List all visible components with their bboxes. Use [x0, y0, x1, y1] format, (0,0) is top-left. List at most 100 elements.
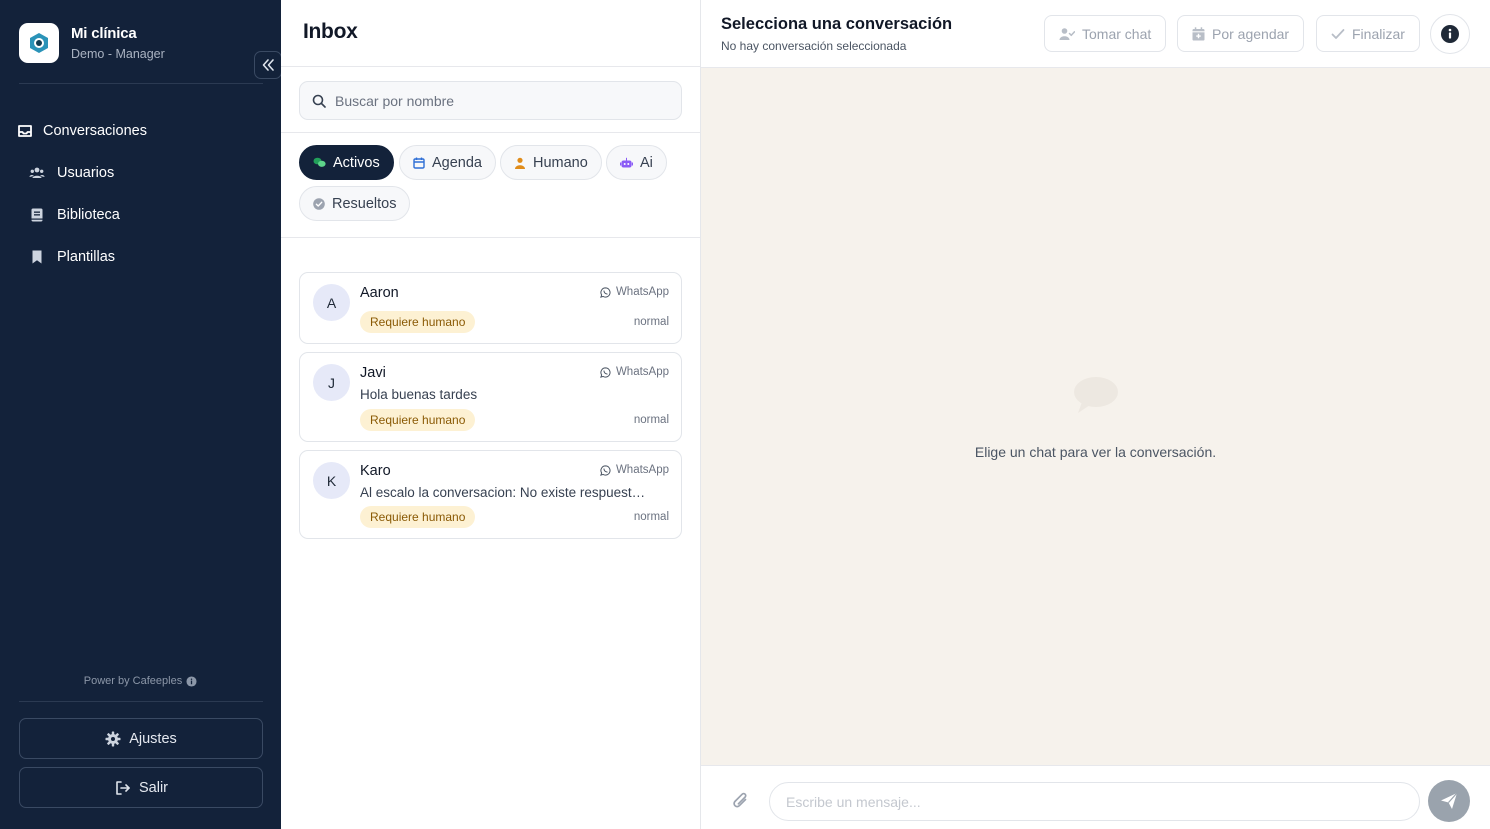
contact-name: Aaron: [360, 285, 399, 301]
sidebar: Mi clínica Demo - Manager Conversaciones…: [0, 0, 282, 829]
robot-icon: [620, 157, 633, 167]
brand-role: Demo - Manager: [71, 47, 165, 61]
avatar: J: [313, 364, 350, 401]
sidebar-item-label: Usuarios: [57, 165, 115, 181]
chevrons-left-icon: [262, 59, 274, 71]
channel-text: WhatsApp: [615, 464, 669, 476]
sidebar-item-biblioteca[interactable]: Biblioteca: [0, 195, 281, 235]
filter-ai[interactable]: Ai: [606, 145, 667, 180]
send-button[interactable]: [1428, 780, 1470, 822]
take-chat-label: Tomar chat: [1082, 25, 1152, 42]
search-input[interactable]: [335, 92, 655, 109]
filter-label: Resueltos: [332, 195, 397, 212]
info-icon: [1441, 25, 1459, 43]
send-icon: [1441, 792, 1458, 809]
sidebar-item-usuarios[interactable]: Usuarios: [0, 153, 281, 193]
finish-button[interactable]: Finalizar: [1316, 15, 1420, 52]
inbox-icon: [17, 123, 33, 139]
divider: [281, 237, 700, 238]
chat-subtitle: No hay conversación seleccionada: [721, 39, 907, 53]
powered-by: Power by Cafeeples: [0, 675, 281, 687]
contact-name: Karo: [360, 463, 391, 479]
book-icon: [29, 207, 45, 223]
schedule-button[interactable]: Por agendar: [1177, 15, 1305, 52]
conversation-card-karo[interactable]: K Karo WhatsApp Al escalo la conversacio…: [299, 450, 682, 539]
last-message: Hola buenas tardes: [360, 387, 478, 402]
sidebar-item-conversaciones[interactable]: Conversaciones: [0, 111, 281, 151]
divider: [281, 132, 700, 133]
filter-agenda[interactable]: Agenda: [399, 145, 496, 180]
logout-label: Salir: [138, 779, 168, 796]
calendar-icon: [413, 157, 425, 169]
search-icon: [312, 94, 326, 108]
settings-button[interactable]: Ajustes: [19, 718, 263, 759]
gear-icon: [105, 731, 121, 746]
collapse-sidebar-button[interactable]: [254, 51, 282, 79]
avatar: A: [313, 284, 350, 321]
conversation-card-javi[interactable]: J Javi WhatsApp Hola buenas tardes Requi…: [299, 352, 682, 442]
channel-label: WhatsApp: [600, 286, 669, 298]
divider: [281, 66, 700, 67]
filter-resueltos[interactable]: Resueltos: [299, 186, 411, 221]
check-circle-icon: [313, 197, 325, 210]
avatar: K: [313, 462, 350, 499]
filter-label: Agenda: [432, 154, 482, 171]
conversation-card-aaron[interactable]: A Aaron WhatsApp Requiere humano normal: [299, 272, 682, 344]
whatsapp-icon: [600, 286, 611, 298]
paperclip-icon[interactable]: [731, 790, 751, 812]
person-icon: [515, 157, 525, 169]
inbox-panel: Inbox Activos Agenda Humano Ai Resueltos…: [281, 0, 701, 829]
channel-text: WhatsApp: [615, 366, 669, 378]
whatsapp-icon: [600, 464, 611, 476]
priority-label: normal: [633, 316, 669, 328]
calendar-plus-icon: [1192, 26, 1205, 40]
status-badge: Requiere humano: [360, 311, 476, 333]
empty-state-text: Elige un chat para ver la conversación.: [974, 444, 1217, 460]
priority-label: normal: [633, 511, 669, 523]
inbox-title: Inbox: [303, 20, 358, 43]
info-circle-icon: [186, 675, 197, 687]
logout-button[interactable]: Salir: [19, 767, 263, 808]
chat-header: Selecciona una conversación No hay conve…: [701, 0, 1490, 68]
last-message: Al escalo la conversacion: No existe res…: [360, 485, 650, 500]
sidebar-divider: [19, 83, 263, 84]
filter-label: Humano: [533, 154, 588, 171]
finish-label: Finalizar: [1352, 25, 1405, 42]
status-badge: Requiere humano: [360, 506, 476, 528]
chat-panel: Selecciona una conversación No hay conve…: [701, 0, 1490, 829]
status-badge: Requiere humano: [360, 409, 476, 431]
settings-label: Ajustes: [129, 730, 177, 747]
search-box: [299, 81, 682, 120]
message-composer: [701, 765, 1490, 829]
chat-bubble-icon: [1074, 377, 1118, 413]
filter-humano[interactable]: Humano: [500, 145, 602, 180]
filter-label: Ai: [640, 154, 653, 171]
brand: Mi clínica Demo - Manager: [19, 23, 282, 79]
sidebar-item-plantillas[interactable]: Plantillas: [0, 237, 281, 277]
users-icon: [29, 165, 45, 181]
sidebar-item-label: Plantillas: [57, 249, 116, 265]
logout-icon: [116, 780, 130, 795]
clinic-logo: [19, 23, 59, 63]
message-input[interactable]: [769, 782, 1420, 821]
filter-label: Activos: [333, 154, 380, 171]
chat-empty-state: Elige un chat para ver la conversación.: [701, 68, 1490, 765]
info-button[interactable]: [1430, 14, 1470, 54]
brand-name: Mi clínica: [71, 25, 137, 42]
chat-bubbles-icon: [313, 157, 326, 167]
whatsapp-icon: [600, 366, 611, 378]
channel-label: WhatsApp: [600, 464, 669, 476]
chat-title: Selecciona una conversación: [721, 15, 953, 33]
take-chat-button[interactable]: Tomar chat: [1044, 15, 1167, 52]
sidebar-divider: [19, 701, 263, 702]
powered-by-text: Power by Cafeeples: [83, 675, 183, 687]
user-check-icon: [1059, 27, 1075, 40]
check-icon: [1331, 28, 1345, 39]
sidebar-item-label: Biblioteca: [57, 207, 120, 223]
contact-name: Javi: [360, 365, 386, 381]
channel-text: WhatsApp: [615, 286, 669, 298]
channel-label: WhatsApp: [600, 366, 669, 378]
filter-activos[interactable]: Activos: [299, 145, 394, 180]
sidebar-item-label: Conversaciones: [43, 123, 147, 139]
priority-label: normal: [633, 414, 669, 426]
